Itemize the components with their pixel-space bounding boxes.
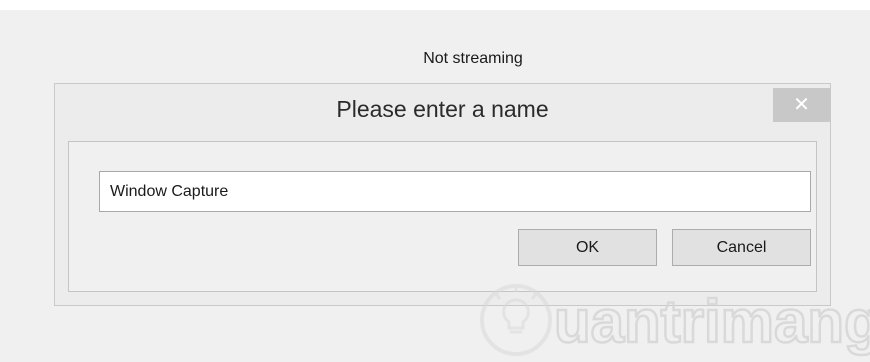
close-icon: ✕ [793,94,810,116]
cancel-button[interactable]: Cancel [672,229,811,266]
close-button[interactable]: ✕ [773,88,830,122]
watermark-text: uantrimang [554,288,870,355]
ok-button[interactable]: OK [518,229,657,266]
stream-status-text: Not streaming [423,50,523,67]
window-top-strip [0,0,870,10]
watermark: uantrimang [480,284,870,356]
name-input[interactable] [99,171,811,212]
dialog-body: OK Cancel [68,141,817,292]
lightbulb-icon [480,284,552,356]
dialog-title: Please enter a name [336,96,549,122]
